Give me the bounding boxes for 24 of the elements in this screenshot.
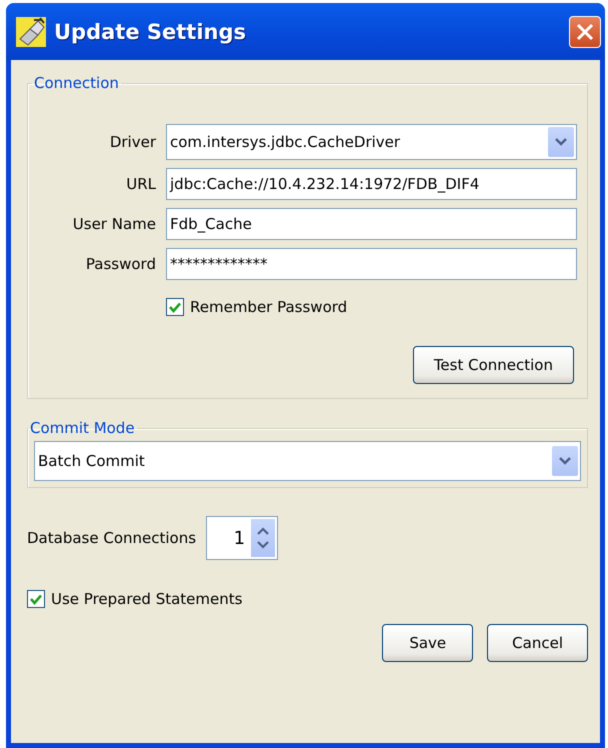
group-title: Commit Mode bbox=[29, 419, 136, 437]
field-label: Database Connections bbox=[27, 529, 196, 547]
test-connection-button[interactable]: Test Connection bbox=[412, 346, 574, 384]
window-title: Update Settings bbox=[54, 20, 248, 44]
save-button[interactable]: Save bbox=[382, 624, 474, 662]
input-field[interactable]: Fdb_Cache bbox=[166, 208, 577, 240]
field-label: User Name bbox=[72, 215, 157, 233]
close-icon[interactable] bbox=[569, 16, 601, 48]
driver-dropdown[interactable]: com.intersys.jdbc.CacheDriver bbox=[166, 124, 577, 160]
checkbox[interactable] bbox=[27, 590, 45, 608]
commit-mode-dropdown[interactable]: Batch Commit bbox=[34, 441, 581, 481]
input-field[interactable]: jdbc:Cache://10.4.232.14:1972/FDB_DIF4 bbox=[166, 168, 577, 200]
number-spinner[interactable]: 1 bbox=[206, 516, 278, 560]
field-label: Password bbox=[84, 255, 157, 273]
field-label: Driver bbox=[108, 133, 157, 151]
spinner-arrows-icon[interactable] bbox=[251, 519, 276, 557]
field-label: URL bbox=[125, 175, 157, 193]
group-title: Connection bbox=[33, 74, 120, 92]
checkbox[interactable] bbox=[166, 298, 184, 316]
plug-icon bbox=[16, 16, 46, 46]
cancel-button[interactable]: Cancel bbox=[487, 624, 588, 662]
checkbox-label: Use Prepared Statements bbox=[51, 590, 242, 608]
checkbox-label: Remember Password bbox=[190, 298, 348, 316]
input-field[interactable]: ************* bbox=[166, 248, 577, 280]
